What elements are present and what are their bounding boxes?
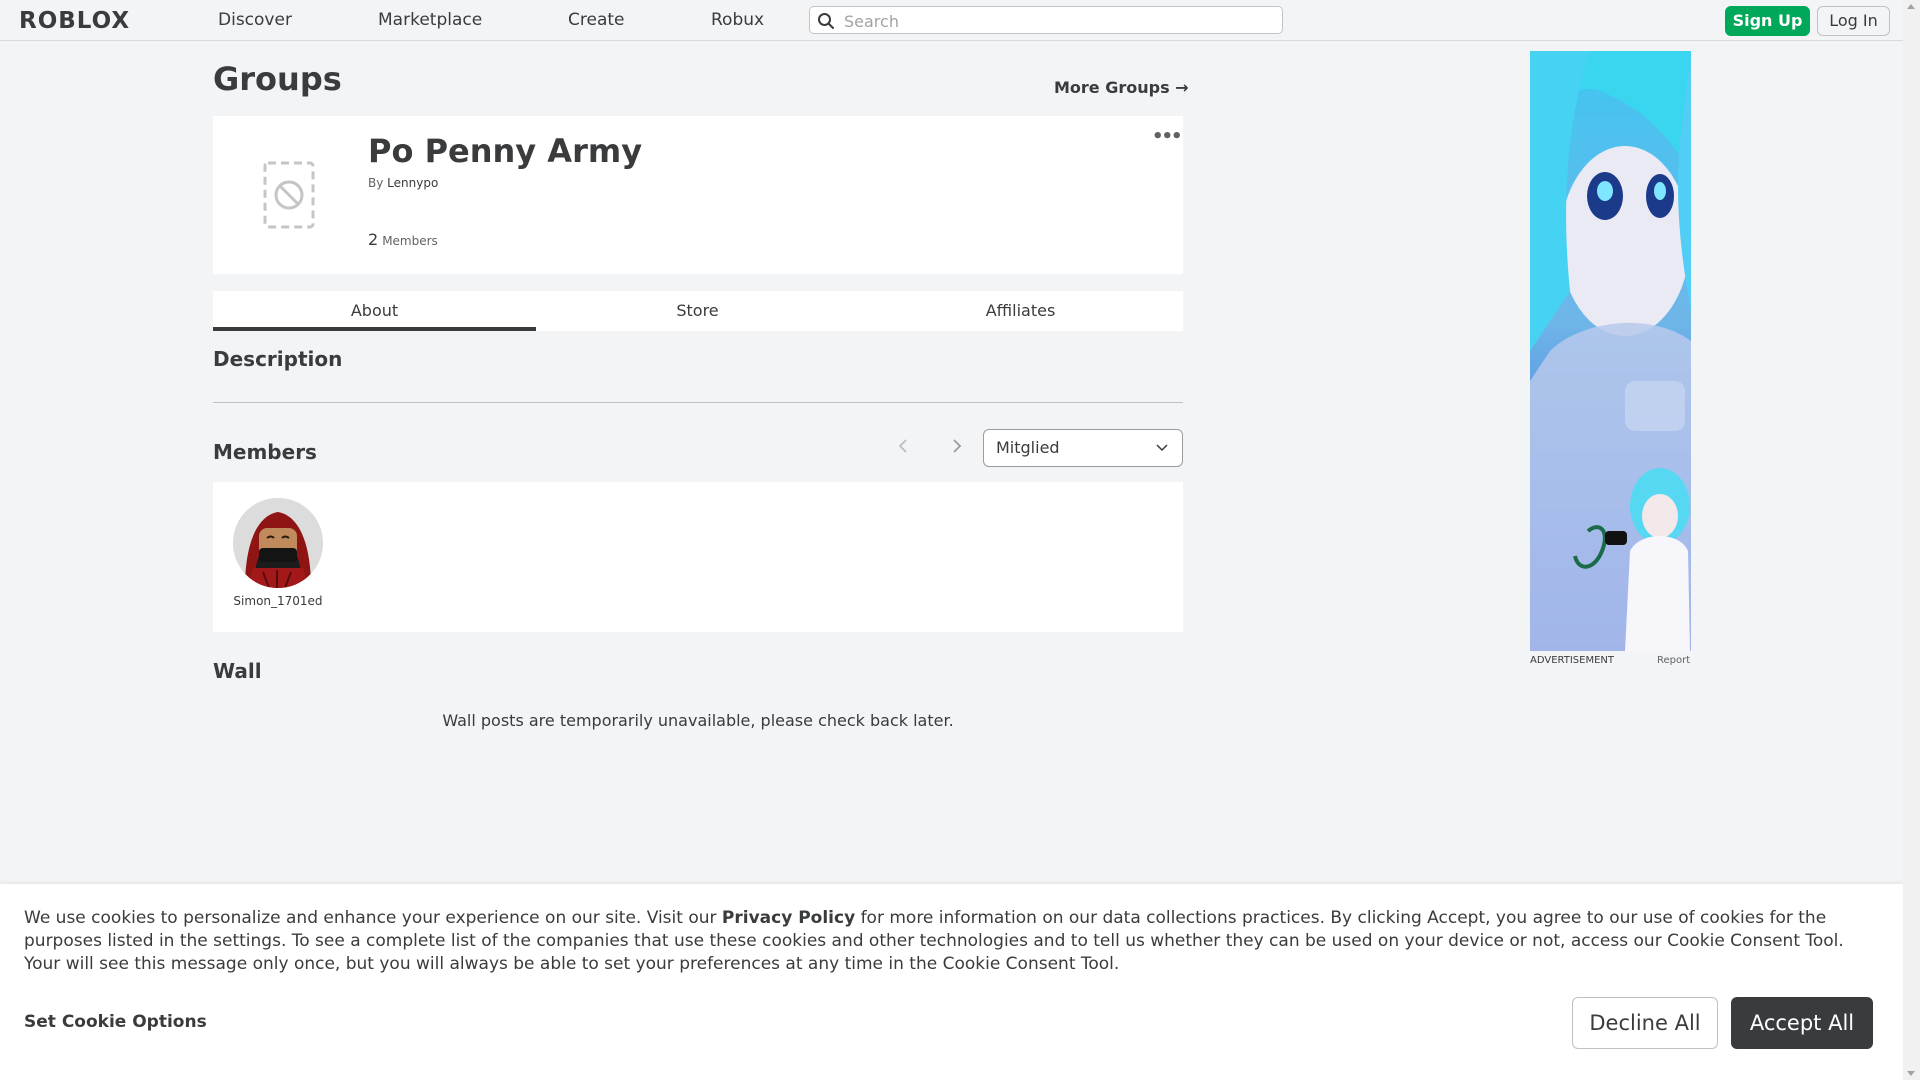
member-count-label: Members xyxy=(382,234,438,248)
roblox-logo[interactable]: ROBLOX xyxy=(19,8,130,34)
search-icon xyxy=(818,13,834,29)
group-tabs: About Store Affiliates xyxy=(213,291,1183,331)
accept-all-button[interactable]: Accept All xyxy=(1731,997,1873,1049)
section-divider xyxy=(213,402,1183,403)
member-name[interactable]: Simon_1701ed xyxy=(233,594,323,608)
privacy-policy-link[interactable]: Privacy Policy xyxy=(722,908,855,928)
member-tile[interactable]: Simon_1701ed xyxy=(233,498,323,608)
tab-affiliates[interactable]: Affiliates xyxy=(859,291,1182,331)
role-dropdown[interactable]: Mitglied xyxy=(983,429,1183,467)
nav-link-marketplace[interactable]: Marketplace xyxy=(378,10,482,30)
chevron-down-icon xyxy=(1156,444,1168,452)
advertisement-banner[interactable] xyxy=(1530,51,1691,651)
more-groups-link[interactable]: More Groups → xyxy=(1054,78,1189,97)
sign-up-button[interactable]: Sign Up xyxy=(1725,6,1810,36)
nav-link-robux[interactable]: Robux xyxy=(711,10,764,30)
search-input[interactable] xyxy=(842,10,1276,32)
group-emblem-placeholder-icon xyxy=(263,161,315,229)
next-page-icon[interactable] xyxy=(946,436,966,456)
report-ad-link[interactable]: Report xyxy=(1657,655,1690,666)
page-scrollbar[interactable] xyxy=(1903,0,1920,1080)
set-cookie-options-link[interactable]: Set Cookie Options xyxy=(24,1012,207,1032)
previous-page-icon[interactable] xyxy=(894,436,914,456)
cookie-consent-banner: We use cookies to personalize and enhanc… xyxy=(0,884,1903,1080)
wall-unavailable-message: Wall posts are temporarily unavailable, … xyxy=(442,711,954,730)
page-title: Groups xyxy=(213,60,342,98)
tab-about[interactable]: About xyxy=(213,291,536,331)
top-navigation-bar: ROBLOX Discover Marketplace Create Robux… xyxy=(0,0,1903,41)
by-label: By xyxy=(368,176,384,190)
member-count-number: 2 xyxy=(368,230,379,249)
wall-heading: Wall xyxy=(213,659,262,683)
description-heading: Description xyxy=(213,347,343,371)
advertisement-label: ADVERTISEMENT xyxy=(1530,655,1615,666)
members-list: Simon_1701ed xyxy=(213,482,1183,632)
scroll-down-arrow-icon[interactable] xyxy=(1907,1071,1915,1076)
more-options-icon[interactable]: ••• xyxy=(1152,126,1182,147)
group-name: Po Penny Army xyxy=(368,132,643,170)
cookie-message: We use cookies to personalize and enhanc… xyxy=(24,907,1884,976)
scroll-up-arrow-icon[interactable] xyxy=(1907,4,1915,9)
nav-link-discover[interactable]: Discover xyxy=(218,10,292,30)
group-owner-line: By Lennypo xyxy=(368,176,438,190)
member-avatar-image xyxy=(233,498,323,588)
role-dropdown-value: Mitglied xyxy=(996,438,1060,457)
group-header-card: Po Penny Army By Lennypo 2 Members ••• xyxy=(213,116,1183,274)
nav-link-create[interactable]: Create xyxy=(568,10,625,30)
group-member-count: 2 Members xyxy=(368,230,438,249)
tab-store[interactable]: Store xyxy=(536,291,859,331)
log-in-button[interactable]: Log In xyxy=(1817,6,1890,36)
members-heading: Members xyxy=(213,440,317,464)
group-owner-link[interactable]: Lennypo xyxy=(387,176,438,190)
decline-all-button[interactable]: Decline All xyxy=(1572,997,1718,1049)
avatar[interactable] xyxy=(233,498,323,588)
search-bar[interactable] xyxy=(809,6,1283,34)
cookie-text-intro: We use cookies to personalize and enhanc… xyxy=(24,908,722,928)
